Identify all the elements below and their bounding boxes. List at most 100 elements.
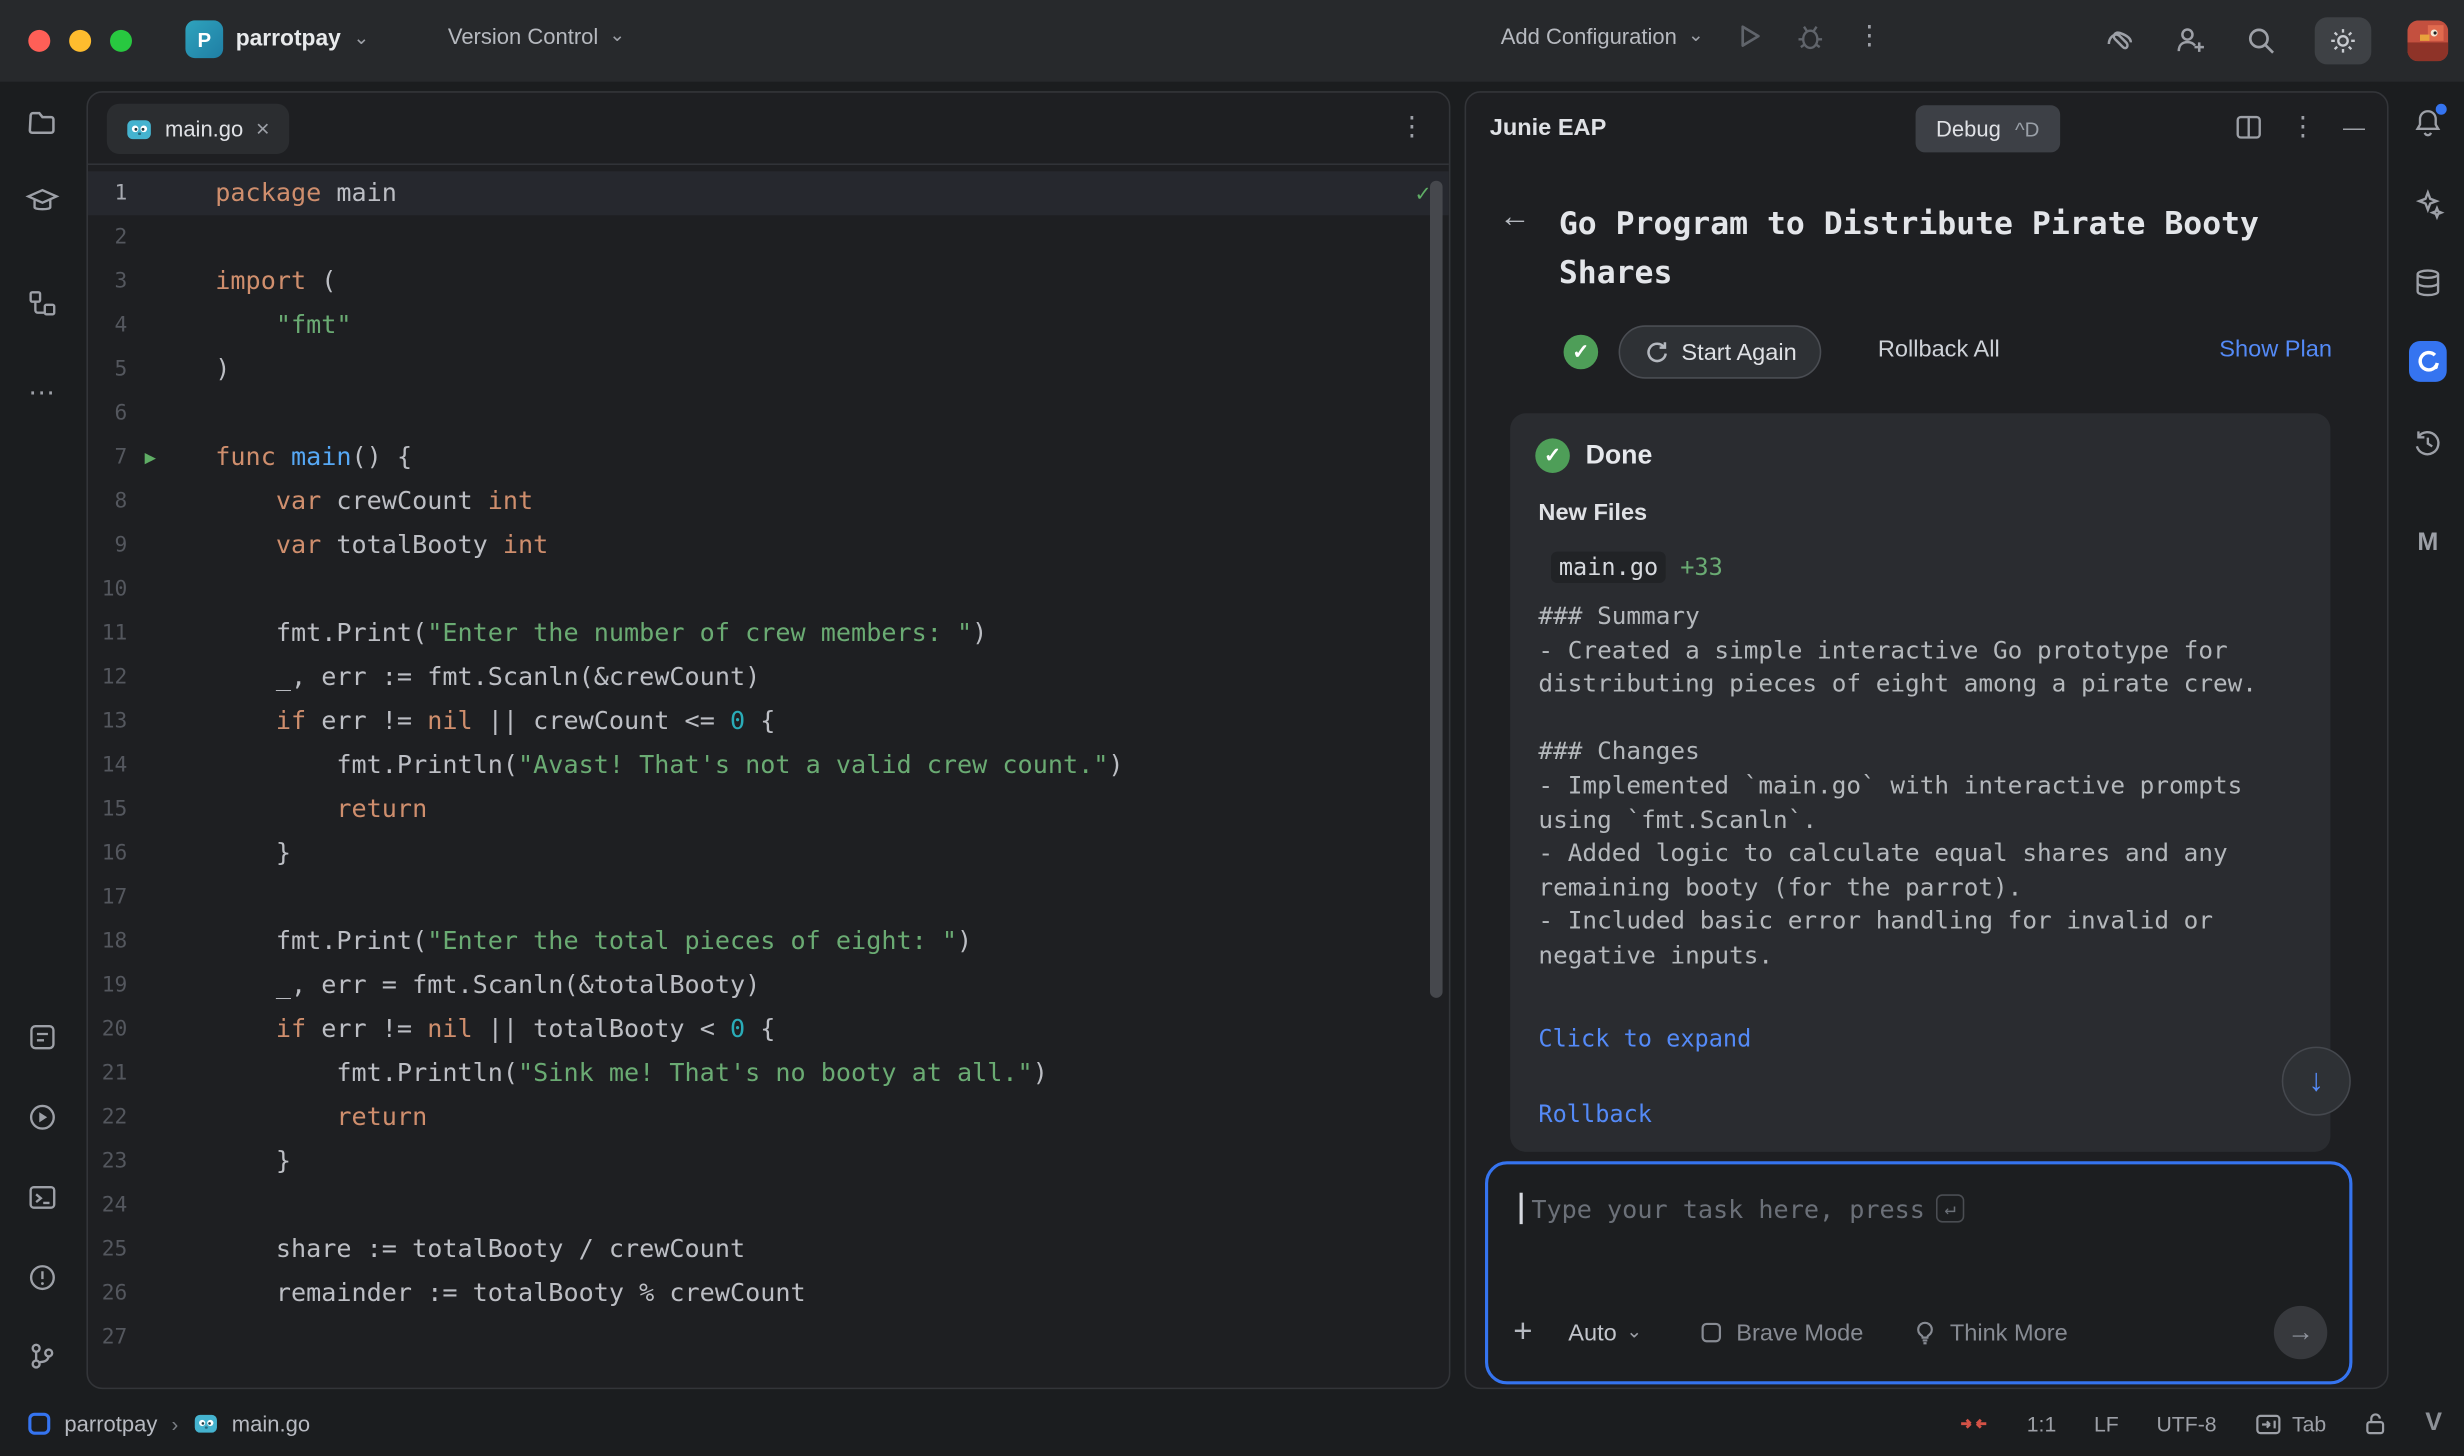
run-button[interactable] — [1734, 20, 1765, 51]
tab-options-icon[interactable]: ⋮ — [1399, 112, 1427, 143]
project-small-icon — [28, 1413, 50, 1435]
rollback-link[interactable]: Rollback — [1538, 1100, 1652, 1128]
inspections-ok-icon[interactable]: ✓ — [1416, 171, 1430, 215]
window-close-button[interactable] — [28, 30, 50, 52]
editor-scrollbar[interactable] — [1430, 181, 1443, 998]
code-line[interactable]: 17 — [88, 875, 1449, 919]
history-icon[interactable] — [2409, 424, 2447, 462]
code-line[interactable]: 1package main✓ — [88, 171, 1449, 215]
code-line[interactable]: 26 remainder := totalBooty % crewCount — [88, 1271, 1449, 1315]
brave-mode-label: Brave Mode — [1736, 1319, 1863, 1346]
start-again-button[interactable]: Start Again — [1619, 325, 1822, 378]
code-line[interactable]: 18 fmt.Print("Enter the total pieces of … — [88, 919, 1449, 963]
code-line[interactable]: 22 return — [88, 1095, 1449, 1139]
send-arrow-icon: → — [2287, 1317, 2314, 1348]
problems-icon[interactable] — [25, 1260, 60, 1295]
caret-position[interactable]: 1:1 — [2027, 1412, 2057, 1436]
commit-icon[interactable] — [25, 1020, 60, 1055]
database-icon[interactable] — [2409, 264, 2447, 302]
code-line[interactable]: 23 } — [88, 1139, 1449, 1183]
code-line[interactable]: 2 — [88, 215, 1449, 259]
code-with-me-icon[interactable] — [2173, 24, 2208, 59]
mode-selector-auto[interactable]: Auto ⌄ — [1568, 1319, 1642, 1346]
terminal-icon[interactable] — [25, 1180, 60, 1215]
ai-assistant-icon[interactable] — [2103, 24, 2138, 59]
notifications-bell-icon[interactable] — [2409, 104, 2447, 142]
arrow-down-icon: ↓ — [2308, 1063, 2324, 1099]
code-line[interactable]: 24 — [88, 1183, 1449, 1227]
breadcrumb-file[interactable]: main.go — [232, 1411, 310, 1436]
code-line[interactable]: 3import ( — [88, 259, 1449, 303]
more-actions-button[interactable]: ⋮ — [1856, 20, 1883, 51]
code-line[interactable]: 14 fmt.Println("Avast! That's not a vali… — [88, 743, 1449, 787]
code-text: remainder := totalBooty % crewCount — [215, 1271, 1449, 1315]
code-line[interactable]: 20 if err != nil || totalBooty < 0 { — [88, 1007, 1449, 1051]
tab-close-icon[interactable]: × — [256, 117, 270, 141]
line-ending[interactable]: LF — [2094, 1412, 2119, 1436]
lock-icon[interactable] — [2364, 1411, 2388, 1436]
junie-debug-button[interactable]: Debug ^D — [1916, 105, 2060, 152]
code-line[interactable]: 8 var crewCount int — [88, 479, 1449, 523]
search-icon[interactable] — [2244, 24, 2279, 59]
debug-bug-button[interactable] — [1795, 20, 1826, 51]
project-widget[interactable]: P parrotpay ⌄ — [185, 20, 369, 58]
breadcrumb-project[interactable]: parrotpay — [64, 1411, 157, 1436]
send-button[interactable]: → — [2274, 1306, 2327, 1359]
show-plan-link[interactable]: Show Plan — [2219, 336, 2332, 363]
editor-tabbar: main.go × ⋮ — [88, 93, 1449, 165]
code-line[interactable]: 4 "fmt" — [88, 303, 1449, 347]
code-line[interactable]: 13 if err != nil || crewCount <= 0 { — [88, 699, 1449, 743]
collapse-arrows-icon[interactable] — [1958, 1413, 1989, 1435]
learn-icon[interactable] — [25, 184, 60, 219]
vcs-widget[interactable]: Version Control ⌄ — [448, 24, 625, 49]
code-text — [215, 215, 1449, 259]
chevron-down-icon: ⌄ — [1688, 25, 1704, 44]
user-avatar[interactable] — [2407, 20, 2448, 61]
code-line[interactable]: 25 share := totalBooty / crewCount — [88, 1227, 1449, 1271]
back-arrow-icon[interactable]: ← — [1499, 200, 1530, 236]
code-line[interactable]: 11 fmt.Print("Enter the number of crew m… — [88, 611, 1449, 655]
code-text: return — [215, 1095, 1449, 1139]
code-line[interactable]: 6 — [88, 391, 1449, 435]
project-folder-icon[interactable] — [25, 105, 60, 140]
line-number: 5 — [88, 347, 127, 391]
settings-button[interactable] — [2315, 17, 2372, 64]
code-line[interactable]: 27 — [88, 1315, 1449, 1359]
tab-main-go[interactable]: main.go × — [107, 104, 289, 154]
think-more-toggle[interactable]: Think More — [1912, 1319, 2068, 1346]
junie-tool-icon[interactable] — [2409, 343, 2447, 381]
code-line[interactable]: 9 var totalBooty int — [88, 523, 1449, 567]
click-to-expand-link[interactable]: Click to expand — [1538, 1025, 1751, 1053]
more-tool-windows-icon[interactable]: … — [25, 368, 60, 403]
scroll-to-bottom-button[interactable]: ↓ — [2282, 1047, 2351, 1116]
structure-icon[interactable] — [25, 286, 60, 321]
code-line[interactable]: 7▶func main() { — [88, 435, 1449, 479]
rollback-all-button[interactable]: Rollback All — [1878, 336, 2000, 363]
code-line[interactable]: 16 } — [88, 831, 1449, 875]
brave-mode-toggle[interactable]: Brave Mode — [1699, 1319, 1864, 1346]
split-panel-icon[interactable] — [2235, 113, 2263, 141]
run-configuration-selector[interactable]: Add Configuration ⌄ — [1501, 24, 1704, 49]
code-line[interactable]: 5) — [88, 347, 1449, 391]
vim-widget[interactable]: V — [2425, 1410, 2442, 1438]
markdown-tool-icon[interactable]: M — [2409, 525, 2447, 563]
file-encoding[interactable]: UTF-8 — [2156, 1412, 2216, 1436]
code-line[interactable]: 15 return — [88, 787, 1449, 831]
code-line[interactable]: 19 _, err = fmt.Scanln(&totalBooty) — [88, 963, 1449, 1007]
hide-panel-icon[interactable]: — — [2343, 115, 2365, 140]
junie-more-icon[interactable]: ⋮ — [2290, 112, 2317, 143]
gutter — [127, 1183, 215, 1227]
attach-plus-button[interactable]: + — [1513, 1314, 1554, 1352]
indent-widget[interactable]: Tab — [2254, 1412, 2326, 1436]
window-minimize-button[interactable] — [69, 30, 91, 52]
code-line[interactable]: 21 fmt.Println("Sink me! That's no booty… — [88, 1051, 1449, 1095]
changed-file-name[interactable]: main.go — [1551, 552, 1666, 583]
version-control-icon[interactable] — [25, 1339, 60, 1374]
task-input-box[interactable]: Type your task here, press ↵ + Auto ⌄ Br… — [1485, 1161, 2352, 1384]
ai-chat-icon[interactable] — [2409, 185, 2447, 223]
window-zoom-button[interactable] — [110, 30, 132, 52]
code-line[interactable]: 10 — [88, 567, 1449, 611]
code-line[interactable]: 12 _, err := fmt.Scanln(&crewCount) — [88, 655, 1449, 699]
run-main-icon[interactable]: ▶ — [145, 435, 156, 479]
services-icon[interactable] — [25, 1100, 60, 1135]
